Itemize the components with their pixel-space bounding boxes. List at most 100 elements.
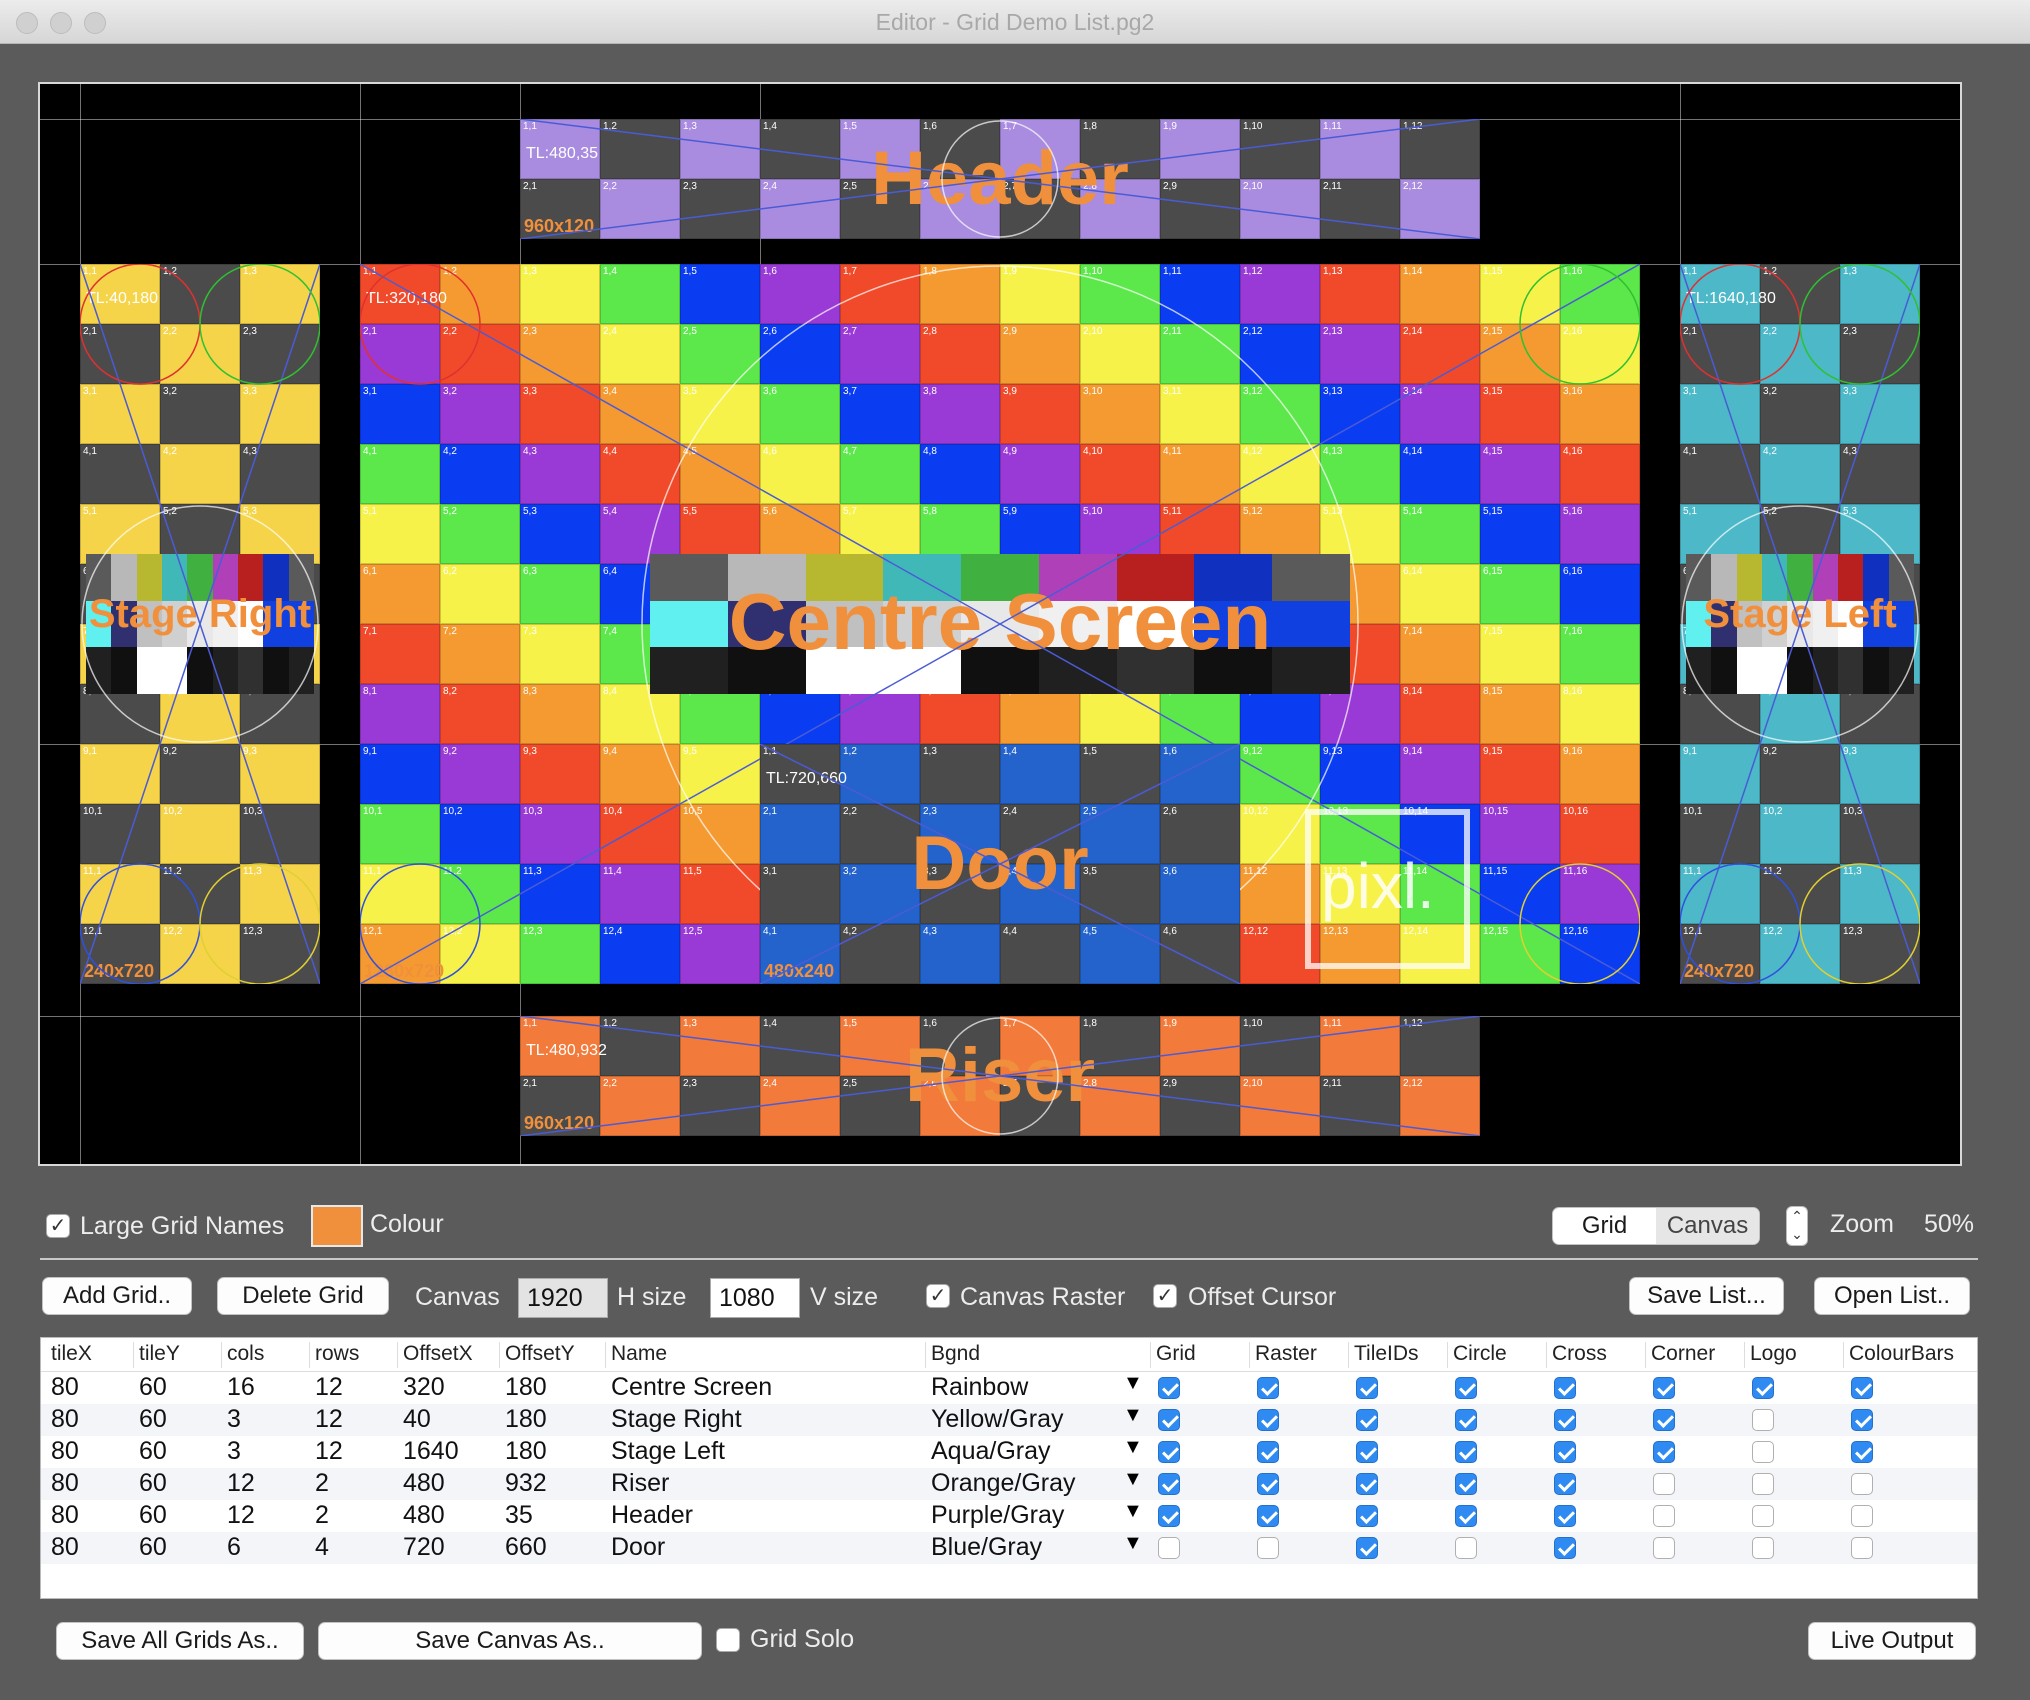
column-header[interactable]: OffsetY bbox=[505, 1342, 575, 1366]
grid-stage-right[interactable]: 1,1 1,2 1,3 2,1 2,2 2,3 3,1 3,2 3,3 4,1 4,2 4,3 5,1 5… bbox=[80, 264, 320, 984]
checkbox-grid[interactable] bbox=[1158, 1409, 1180, 1431]
checkbox-tileids[interactable] bbox=[1356, 1473, 1378, 1495]
table-row[interactable]: 80 60 3 12 40 180 Stage Right Yellow/Gray ▼ bbox=[41, 1404, 1977, 1436]
view-canvas-segment[interactable]: Canvas bbox=[1656, 1208, 1759, 1244]
checkbox-logo[interactable] bbox=[1752, 1537, 1774, 1559]
cell-offsetx[interactable]: 320 bbox=[403, 1373, 445, 1402]
cell-cols[interactable]: 6 bbox=[227, 1533, 241, 1562]
checkbox-circle[interactable] bbox=[1455, 1473, 1477, 1495]
cell-name[interactable]: Stage Right bbox=[611, 1405, 742, 1434]
column-header[interactable]: tileX bbox=[51, 1342, 92, 1366]
checkbox-grid[interactable] bbox=[1158, 1377, 1180, 1399]
cell-tiley[interactable]: 60 bbox=[139, 1437, 167, 1466]
column-header[interactable]: Grid bbox=[1156, 1342, 1196, 1366]
checkbox-cross[interactable] bbox=[1554, 1441, 1576, 1463]
zoom-stepper-icon[interactable]: ⌃ ⌄ bbox=[1786, 1206, 1808, 1246]
checkbox-logo[interactable] bbox=[1752, 1441, 1774, 1463]
cell-rows[interactable]: 2 bbox=[315, 1501, 329, 1530]
checkbox-cross[interactable] bbox=[1554, 1409, 1576, 1431]
column-header[interactable]: Name bbox=[611, 1342, 667, 1366]
cell-name[interactable]: Header bbox=[611, 1501, 693, 1530]
cell-name[interactable]: Centre Screen bbox=[611, 1373, 772, 1402]
column-header[interactable]: rows bbox=[315, 1342, 359, 1366]
cell-offsety[interactable]: 932 bbox=[505, 1469, 547, 1498]
h-size-input[interactable]: 1920 bbox=[518, 1278, 608, 1318]
checkbox-logo[interactable] bbox=[1752, 1377, 1774, 1399]
cell-offsetx[interactable]: 40 bbox=[403, 1405, 431, 1434]
colour-well[interactable] bbox=[311, 1205, 363, 1247]
cell-offsetx[interactable]: 480 bbox=[403, 1501, 445, 1530]
checkbox-colourbars[interactable] bbox=[1851, 1441, 1873, 1463]
grid-header[interactable]: 1,1 1,2 1,3 1,4 1,5 1,6 1,7 1,8 1,9 1,10 1,11 1,12 2… bbox=[520, 119, 1480, 239]
column-header[interactable]: Corner bbox=[1651, 1342, 1715, 1366]
cell-name[interactable]: Door bbox=[611, 1533, 665, 1562]
bgnd-dropdown-icon[interactable]: ▼ bbox=[1123, 1372, 1143, 1395]
column-header[interactable]: ColourBars bbox=[1849, 1342, 1954, 1366]
checkbox-corner[interactable] bbox=[1653, 1537, 1675, 1559]
cell-tilex[interactable]: 80 bbox=[51, 1533, 79, 1562]
column-header[interactable]: tileY bbox=[139, 1342, 180, 1366]
cell-tilex[interactable]: 80 bbox=[51, 1405, 79, 1434]
cell-rows[interactable]: 12 bbox=[315, 1437, 343, 1466]
checkbox-grid[interactable] bbox=[1158, 1473, 1180, 1495]
checkbox-colourbars[interactable] bbox=[1851, 1537, 1873, 1559]
cell-tilex[interactable]: 80 bbox=[51, 1469, 79, 1498]
table-row[interactable]: 80 60 6 4 720 660 Door Blue/Gray ▼ bbox=[41, 1532, 1977, 1564]
checkbox-corner[interactable] bbox=[1653, 1505, 1675, 1527]
open-list-button[interactable]: Open List.. bbox=[1814, 1277, 1970, 1315]
cell-tilex[interactable]: 80 bbox=[51, 1501, 79, 1530]
save-all-grids-button[interactable]: Save All Grids As.. bbox=[56, 1622, 304, 1660]
checkbox-grid[interactable] bbox=[1158, 1537, 1180, 1559]
checkbox-logo[interactable] bbox=[1752, 1505, 1774, 1527]
cell-tiley[interactable]: 60 bbox=[139, 1533, 167, 1562]
cell-rows[interactable]: 12 bbox=[315, 1373, 343, 1402]
checkbox-logo[interactable] bbox=[1752, 1409, 1774, 1431]
checkbox-corner[interactable] bbox=[1653, 1409, 1675, 1431]
cell-bgnd[interactable]: Yellow/Gray bbox=[931, 1405, 1063, 1434]
checkbox-corner[interactable] bbox=[1653, 1377, 1675, 1399]
checkbox-tileids[interactable] bbox=[1356, 1537, 1378, 1559]
checkbox-tileids[interactable] bbox=[1356, 1409, 1378, 1431]
cell-bgnd[interactable]: Rainbow bbox=[931, 1373, 1028, 1402]
cell-offsetx[interactable]: 720 bbox=[403, 1533, 445, 1562]
cell-bgnd[interactable]: Blue/Gray bbox=[931, 1533, 1042, 1562]
table-row[interactable]: 80 60 3 12 1640 180 Stage Left Aqua/Gray ▼ bbox=[41, 1436, 1977, 1468]
cell-offsety[interactable]: 35 bbox=[505, 1501, 533, 1530]
cell-tilex[interactable]: 80 bbox=[51, 1437, 79, 1466]
bgnd-dropdown-icon[interactable]: ▼ bbox=[1123, 1404, 1143, 1427]
table-row[interactable]: 80 60 12 2 480 35 Header Purple/Gray ▼ bbox=[41, 1500, 1977, 1532]
checkbox-circle[interactable] bbox=[1455, 1537, 1477, 1559]
checkbox-cross[interactable] bbox=[1554, 1473, 1576, 1495]
checkbox-circle[interactable] bbox=[1455, 1377, 1477, 1399]
cell-offsety[interactable]: 180 bbox=[505, 1405, 547, 1434]
bgnd-dropdown-icon[interactable]: ▼ bbox=[1123, 1532, 1143, 1555]
cell-cols[interactable]: 12 bbox=[227, 1501, 255, 1530]
bgnd-dropdown-icon[interactable]: ▼ bbox=[1123, 1436, 1143, 1459]
checkbox-colourbars[interactable] bbox=[1851, 1473, 1873, 1495]
column-header[interactable]: Cross bbox=[1552, 1342, 1607, 1366]
checkbox-colourbars[interactable] bbox=[1851, 1409, 1873, 1431]
checkbox-raster[interactable] bbox=[1257, 1409, 1279, 1431]
view-grid-segment[interactable]: Grid bbox=[1553, 1208, 1656, 1244]
add-grid-button[interactable]: Add Grid.. bbox=[42, 1277, 192, 1315]
column-header[interactable]: Logo bbox=[1750, 1342, 1797, 1366]
offset-cursor-checkbox[interactable]: ✓ bbox=[1153, 1284, 1177, 1308]
checkbox-circle[interactable] bbox=[1455, 1441, 1477, 1463]
cell-bgnd[interactable]: Aqua/Gray bbox=[931, 1437, 1051, 1466]
cell-tilex[interactable]: 80 bbox=[51, 1373, 79, 1402]
cell-cols[interactable]: 12 bbox=[227, 1469, 255, 1498]
checkbox-cross[interactable] bbox=[1554, 1377, 1576, 1399]
cell-offsety[interactable]: 660 bbox=[505, 1533, 547, 1562]
checkbox-cross[interactable] bbox=[1554, 1537, 1576, 1559]
column-header[interactable]: TileIDs bbox=[1354, 1342, 1419, 1366]
cell-cols[interactable]: 3 bbox=[227, 1437, 241, 1466]
cell-tiley[interactable]: 60 bbox=[139, 1373, 167, 1402]
checkbox-corner[interactable] bbox=[1653, 1441, 1675, 1463]
checkbox-raster[interactable] bbox=[1257, 1473, 1279, 1495]
cell-offsetx[interactable]: 480 bbox=[403, 1469, 445, 1498]
grid-door[interactable]: 1,1 1,2 1,3 1,4 1,5 1,6 2,1 2,2 2,3 2,4 2,5 2,6 3,1 3… bbox=[760, 744, 1240, 984]
checkbox-raster[interactable] bbox=[1257, 1377, 1279, 1399]
checkbox-cross[interactable] bbox=[1554, 1505, 1576, 1527]
checkbox-raster[interactable] bbox=[1257, 1537, 1279, 1559]
v-size-input[interactable]: 1080 bbox=[710, 1278, 800, 1318]
